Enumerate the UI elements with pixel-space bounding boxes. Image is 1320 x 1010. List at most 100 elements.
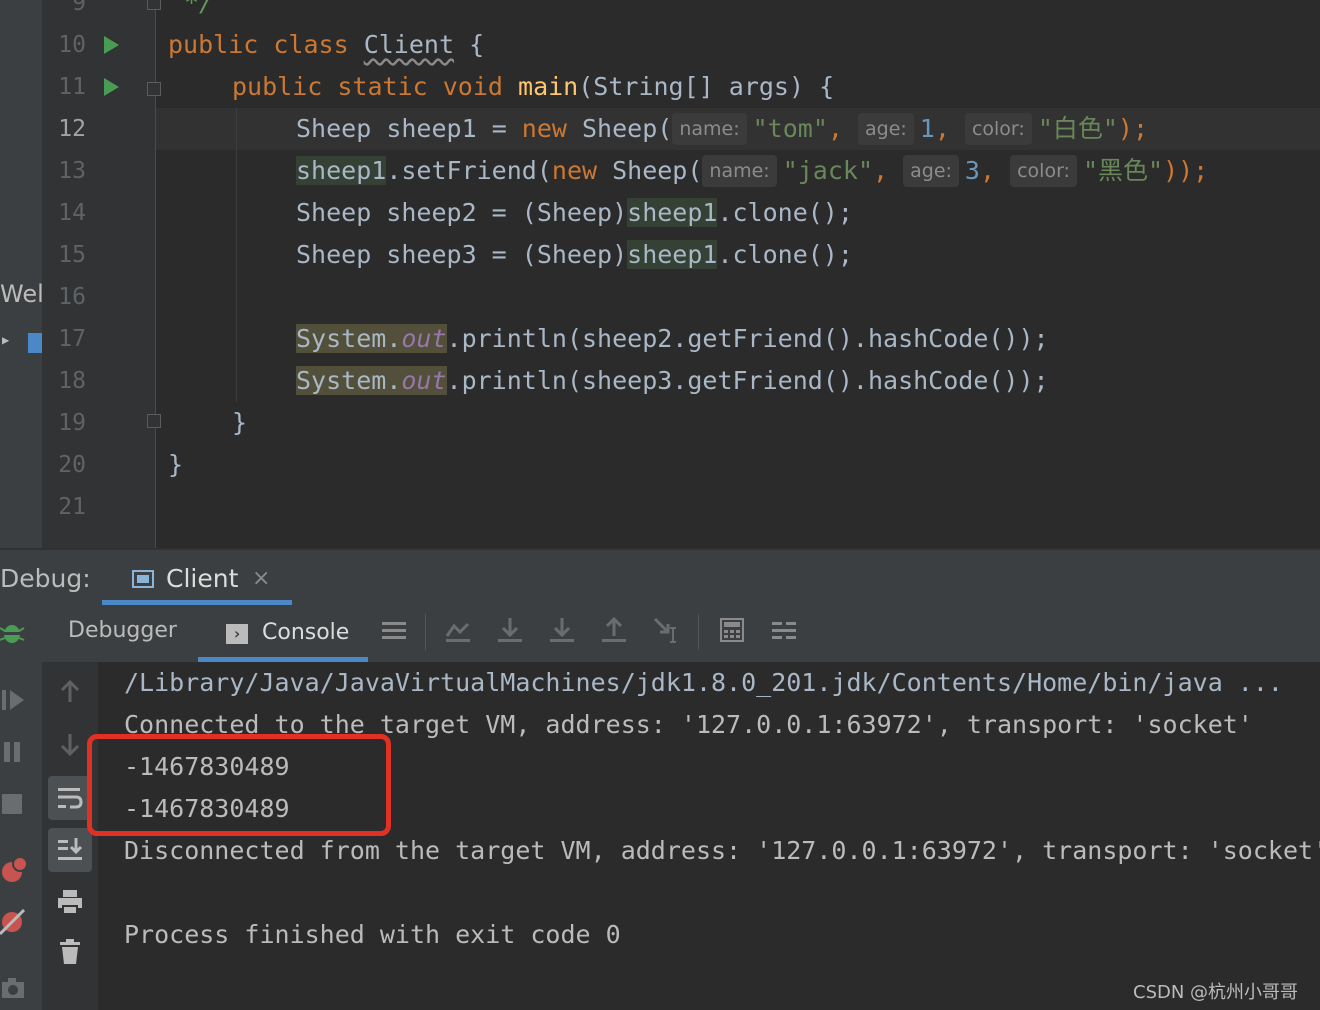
println-call: .println(sheep3.getFriend().hashCode()); xyxy=(446,366,1049,395)
step-over-icon[interactable] xyxy=(496,616,524,644)
trace-stream-icon[interactable] xyxy=(770,616,798,644)
expand-arrow-icon[interactable]: ▶ xyxy=(2,333,9,347)
mute-breakpoints-icon[interactable] xyxy=(0,908,28,936)
step-out-icon[interactable] xyxy=(600,616,628,644)
code-line-10: public class Client { xyxy=(168,24,484,66)
class-name: Client xyxy=(363,30,455,59)
debug-bug-icon[interactable] xyxy=(0,620,26,646)
fold-marker-icon[interactable] xyxy=(147,82,161,96)
comment-end: */ xyxy=(184,0,215,17)
keyword: class xyxy=(273,30,349,59)
code-editor[interactable]: Wel ▶ 9 10 11 12 13 14 15 16 17 18 19 20… xyxy=(0,0,1320,548)
line-number: 20 xyxy=(58,452,86,478)
code-line-13: sheep1.setFriend(new Sheep(name: "jack", … xyxy=(296,150,1208,192)
string-literal: "tom" xyxy=(752,114,828,143)
statement-end: )); xyxy=(1163,156,1209,185)
operator: = xyxy=(476,114,522,143)
fold-marker-icon[interactable] xyxy=(147,414,161,428)
stop-program-icon[interactable] xyxy=(0,790,28,818)
brace: { xyxy=(469,30,485,59)
variable-highlighted: sheep1 xyxy=(627,240,718,269)
code-line-12: Sheep sheep1 = new Sheep(name: "tom", age… xyxy=(296,108,1148,150)
line-number: 14 xyxy=(58,200,86,226)
line-number: 21 xyxy=(58,494,86,520)
camera-icon[interactable] xyxy=(0,974,28,1002)
debug-actions-rail xyxy=(0,662,42,1010)
run-class-icon[interactable] xyxy=(104,36,119,54)
project-panel-label: Wel xyxy=(0,280,44,308)
param-hint: color: xyxy=(964,113,1032,145)
run-config-tab-client[interactable]: Client × xyxy=(102,550,292,606)
tab-console-label: Console xyxy=(262,620,350,645)
code-line-9: */ xyxy=(184,0,214,24)
line-number: 18 xyxy=(58,368,86,394)
keyword: new xyxy=(551,156,598,185)
brace: } xyxy=(168,450,184,479)
scroll-up-icon[interactable] xyxy=(56,678,84,706)
line-number: 9 xyxy=(72,0,86,16)
param-hint: age: xyxy=(857,113,914,145)
code-line-17: System.out.println(sheep2.getFriend().ha… xyxy=(296,318,1049,360)
keyword: public xyxy=(168,30,259,59)
scroll-down-icon[interactable] xyxy=(56,730,84,758)
evaluate-expression-icon[interactable] xyxy=(718,616,746,644)
type-name: Sheep xyxy=(296,114,372,143)
view-breakpoints-icon[interactable] xyxy=(0,856,28,884)
close-icon[interactable]: × xyxy=(252,566,270,591)
console-line-disconnected: Disconnected from the target VM, address… xyxy=(124,836,1320,865)
code-line-18: System.out.println(sheep3.getFriend().ha… xyxy=(296,360,1049,402)
layout-menu-icon[interactable] xyxy=(380,616,408,644)
comma: , xyxy=(873,156,904,185)
static-field: out xyxy=(401,324,447,353)
code-line-20: } xyxy=(168,444,183,486)
comma: , xyxy=(979,156,1011,185)
code-line-11: public static void main(String[] args) { xyxy=(232,66,834,108)
line-number: 16 xyxy=(58,284,86,310)
pause-program-icon[interactable] xyxy=(0,738,28,766)
line-number: 15 xyxy=(58,242,86,268)
constructor: Sheep( xyxy=(597,156,703,185)
method-call: .clone(); xyxy=(717,198,853,227)
string-literal: "黑色" xyxy=(1082,156,1164,185)
declaration: Sheep sheep2 = (Sheep) xyxy=(296,198,628,227)
variable: sheep1 xyxy=(386,114,477,143)
console-output[interactable]: /Library/Java/JavaVirtualMachines/jdk1.8… xyxy=(98,662,1320,1010)
variable-highlighted: sheep1 xyxy=(296,156,387,185)
statement-end: ); xyxy=(1117,114,1149,143)
console-line-exit: Process finished with exit code 0 xyxy=(124,920,621,949)
param-hint: name: xyxy=(702,155,777,187)
tab-console[interactable]: › Console xyxy=(198,606,368,662)
number-literal: 1 xyxy=(919,114,935,143)
brace: } xyxy=(232,408,248,437)
line-number: 11 xyxy=(58,74,86,100)
active-tab-indicator xyxy=(102,600,292,605)
soft-wrap-toggle[interactable] xyxy=(48,776,92,820)
run-config-label: Client xyxy=(166,564,239,593)
method-call: .clone(); xyxy=(717,240,853,269)
system-class: System xyxy=(296,366,387,395)
method-name: main xyxy=(518,72,579,101)
fold-marker-icon[interactable] xyxy=(147,0,161,10)
watermark: CSDN @杭州小哥哥 xyxy=(1133,982,1299,1003)
line-number: 17 xyxy=(58,326,86,352)
resume-program-icon[interactable] xyxy=(0,686,28,714)
method-call: .setFriend( xyxy=(386,156,552,185)
debug-tool-window-header: Debug: Client × xyxy=(0,548,1320,606)
run-main-icon[interactable] xyxy=(104,78,119,96)
scroll-to-end-toggle[interactable] xyxy=(48,828,92,872)
show-execution-point-icon[interactable] xyxy=(444,616,472,644)
debug-title: Debug: xyxy=(0,564,91,593)
run-to-cursor-icon[interactable] xyxy=(652,616,680,644)
keyword: static xyxy=(337,72,428,101)
keyword: new xyxy=(521,114,567,143)
keyword: public xyxy=(232,72,323,101)
system-class: System xyxy=(296,324,387,353)
print-icon[interactable] xyxy=(56,888,84,916)
console-line-command: /Library/Java/JavaVirtualMachines/jdk1.8… xyxy=(124,668,1283,697)
comma: , xyxy=(827,114,858,143)
println-call: .println(sheep2.getFriend().hashCode()); xyxy=(446,324,1049,353)
step-into-icon[interactable] xyxy=(548,616,576,644)
output-highlight-box xyxy=(87,734,391,836)
clear-all-icon[interactable] xyxy=(56,938,84,966)
tab-debugger[interactable]: Debugger xyxy=(68,618,177,643)
